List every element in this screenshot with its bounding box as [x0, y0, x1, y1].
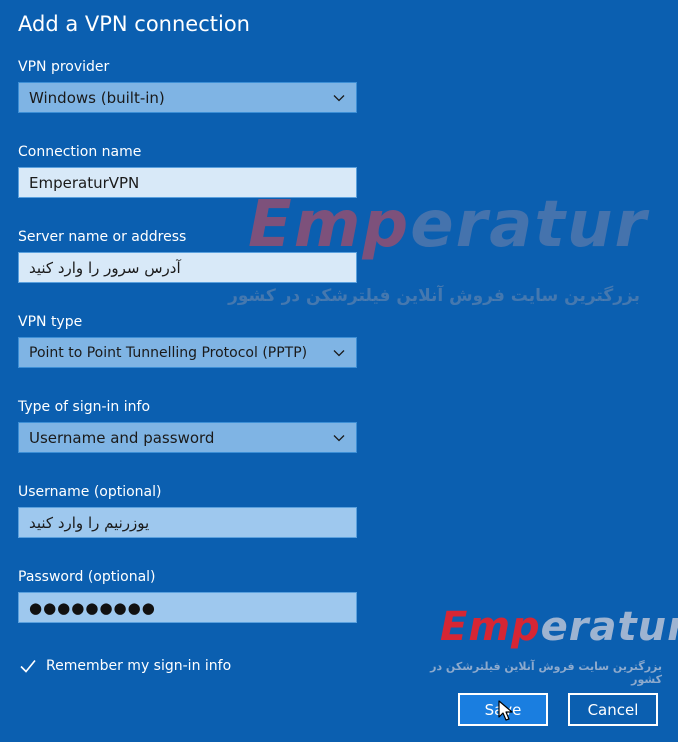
- signin-type-select[interactable]: Username and password: [18, 422, 357, 453]
- brand-watermark: Emperatur: [248, 188, 648, 262]
- remember-signin-label: Remember my sign-in info: [46, 658, 232, 674]
- vpn-type-label: VPN type: [18, 314, 83, 330]
- vpn-provider-select[interactable]: Windows (built-in): [18, 82, 357, 113]
- connection-name-label: Connection name: [18, 144, 142, 160]
- username-input[interactable]: یوزرنیم را وارد کنید: [18, 507, 357, 538]
- username-value: یوزرنیم را وارد کنید: [29, 513, 150, 532]
- vpn-provider-value: Windows (built-in): [29, 88, 165, 107]
- server-value: آدرس سرور را وارد کنید: [29, 258, 181, 277]
- server-input[interactable]: آدرس سرور را وارد کنید: [18, 252, 357, 283]
- chevron-down-icon: [332, 431, 346, 445]
- brand-logo-first: Emp: [440, 604, 541, 650]
- chevron-down-icon: [332, 91, 346, 105]
- password-value: ●●●●●●●●●: [29, 598, 156, 617]
- vpn-type-value: Point to Point Tunnelling Protocol (PPTP…: [29, 344, 308, 361]
- password-label: Password (optional): [18, 569, 156, 585]
- server-label: Server name or address: [18, 229, 187, 245]
- brand-watermark-tagline: بزرگترین سایت فروش آنلاین فیلترشکن در کش…: [228, 286, 640, 306]
- vpn-provider-label: VPN provider: [18, 59, 110, 75]
- remember-signin-row[interactable]: Remember my sign-in info: [18, 656, 231, 676]
- vpn-type-select[interactable]: Point to Point Tunnelling Protocol (PPTP…: [18, 337, 357, 368]
- username-label: Username (optional): [18, 484, 162, 500]
- brand-logo: Emperatur: [440, 604, 678, 650]
- cancel-button[interactable]: Cancel: [568, 693, 658, 726]
- brand-watermark-first: Emp: [248, 188, 411, 262]
- save-button[interactable]: Save: [458, 693, 548, 726]
- checkmark-icon[interactable]: [18, 656, 38, 676]
- chevron-down-icon: [332, 346, 346, 360]
- signin-type-value: Username and password: [29, 428, 215, 447]
- vpn-dialog: Add a VPN connection VPN provider Window…: [0, 0, 678, 742]
- connection-name-value: EmperaturVPN: [29, 173, 140, 192]
- connection-name-input[interactable]: EmperaturVPN: [18, 167, 357, 198]
- brand-logo-tagline: بزرگترین سایت فروش آنلاین فیلترشکن در کش…: [430, 660, 662, 686]
- brand-logo-rest: eratur: [540, 604, 678, 650]
- brand-watermark-rest: eratur: [410, 188, 649, 262]
- password-input[interactable]: ●●●●●●●●●: [18, 592, 357, 623]
- signin-type-label: Type of sign-in info: [18, 399, 151, 415]
- dialog-title: Add a VPN connection: [18, 12, 250, 36]
